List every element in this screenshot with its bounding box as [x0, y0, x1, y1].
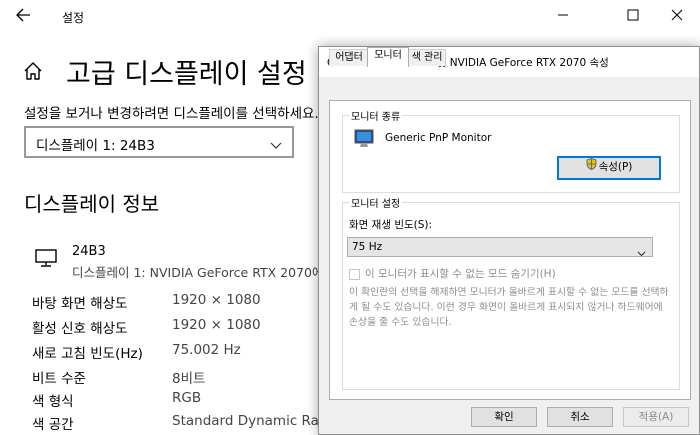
info-value-color-format: RGB — [172, 390, 202, 406]
display-select-value: 디스플레이 1: 24B3 — [36, 138, 155, 154]
hide-modes-checkbox[interactable] — [349, 269, 360, 280]
monitor-type-group: 모니터 종류 Generic PnP Monitor 속성(P) — [342, 108, 680, 193]
info-value-desktop-res: 1920 × 1080 — [172, 292, 261, 308]
minimize-button[interactable] — [540, 4, 586, 30]
close-button[interactable] — [654, 4, 700, 30]
display-info-heading: 디스플레이 정보 — [24, 192, 160, 216]
page-title: 고급 디스플레이 설정 — [66, 59, 307, 90]
tab-adapter[interactable]: 어댑터 — [329, 49, 369, 66]
settings-title: 설정 — [62, 11, 85, 25]
hide-modes-label: 이 모니터가 표시할 수 없는 모드 숨기기(H) — [365, 268, 556, 280]
hide-modes-warning: 이 확인란의 선택을 해제하면 모니터가 올바르게 표시할 수 없는 모드를 선… — [349, 287, 669, 328]
info-label-desktop-res: 바탕 화면 해상도 — [32, 296, 128, 312]
monitor-type-name: Generic PnP Monitor — [385, 132, 492, 144]
monitor-properties-button-label: 속성(P) — [598, 161, 633, 173]
refresh-rate-select[interactable]: 75 Hz — [347, 237, 653, 257]
info-value-refresh: 75.002 Hz — [172, 342, 241, 358]
cancel-button[interactable]: 취소 — [547, 407, 613, 427]
monitor-icon — [34, 248, 58, 268]
ok-button[interactable]: 확인 — [471, 407, 537, 427]
info-label-color-space: 색 공간 — [32, 417, 74, 433]
maximize-button[interactable] — [610, 4, 656, 30]
monitor-properties-button[interactable]: 속성(P) — [557, 156, 661, 180]
refresh-rate-label: 화면 재생 빈도(S): — [349, 219, 433, 231]
monitor-settings-label: 모니터 설정 — [349, 195, 403, 210]
home-icon — [22, 60, 44, 82]
monitor-type-label: 모니터 종류 — [349, 108, 403, 123]
display-select[interactable]: 디스플레이 1: 24B3 — [24, 126, 294, 158]
monitor-tab-panel: 모니터 종류 Generic PnP Monitor 속성(P) 모니터 설정 … — [329, 100, 691, 400]
tab-monitor[interactable]: 모니터 — [367, 47, 409, 67]
choose-display-text: 설정을 보거나 변경하려면 디스플레이를 선택하세요. — [24, 106, 319, 122]
monitor-properties-dialog: Generic PnP Monitor 및 NVIDIA GeForce RTX… — [318, 46, 700, 435]
settings-titlebar: 설정 — [0, 0, 700, 33]
info-label-bit-depth: 비트 수준 — [32, 371, 86, 387]
info-value-signal-res: 1920 × 1080 — [172, 317, 261, 333]
tab-color-management[interactable]: 색 관리 — [408, 49, 446, 66]
info-label-color-format: 색 형식 — [32, 394, 74, 410]
chevron-down-icon — [270, 136, 282, 149]
apply-button[interactable]: 적용(A) — [623, 407, 689, 427]
monitor-icon — [353, 128, 375, 150]
info-label-refresh: 새로 고침 빈도(Hz) — [32, 346, 143, 362]
info-label-signal-res: 활성 신호 해상도 — [32, 321, 128, 337]
info-value-bit-depth: 8비트 — [172, 371, 206, 387]
chevron-down-icon — [637, 243, 646, 257]
shield-icon — [586, 157, 597, 177]
monitor-settings-group: 모니터 설정 화면 재생 빈도(S): 75 Hz 이 모니터가 표시할 수 없… — [342, 195, 680, 390]
back-arrow-icon[interactable] — [14, 6, 36, 28]
monitor-name: 24B3 — [72, 244, 106, 259]
refresh-rate-value: 75 Hz — [352, 241, 383, 253]
